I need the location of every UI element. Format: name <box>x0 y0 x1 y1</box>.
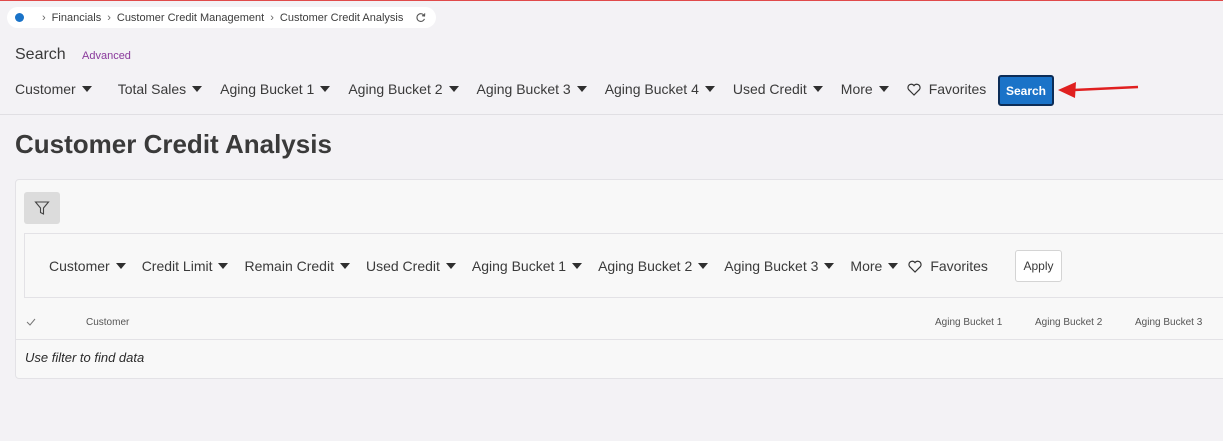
card-filter-panel: Customer Credit Limit Remain Credit Used… <box>24 233 1223 298</box>
card-filter-bar: Customer Credit Limit Remain Credit Used… <box>49 258 988 274</box>
caret-down-icon <box>448 86 459 92</box>
caret-down-icon <box>888 263 899 269</box>
caret-down-icon <box>320 86 331 92</box>
results-card: Customer Credit Limit Remain Credit Used… <box>15 179 1223 379</box>
filter-label: Remain Credit <box>244 258 334 274</box>
filter-label: Total Sales <box>117 81 187 97</box>
search-button[interactable]: Search <box>998 75 1054 106</box>
filter-label: Aging Bucket 2 <box>598 258 693 274</box>
filter-customer[interactable]: Customer <box>15 81 92 97</box>
filter-label: Aging Bucket 2 <box>348 81 443 97</box>
filter-label: More <box>850 258 883 274</box>
select-all-check-icon[interactable] <box>26 318 36 326</box>
card-favorites-button[interactable]: Favorites <box>908 258 988 274</box>
filter-label: Aging Bucket 1 <box>471 258 567 274</box>
favorites-label: Favorites <box>930 258 988 274</box>
filter-label: Aging Bucket 4 <box>604 81 699 97</box>
column-header-aging-bucket-1[interactable]: Aging Bucket 1 <box>935 317 1002 328</box>
filter-label: Customer <box>15 81 76 97</box>
filter-toggle-button[interactable] <box>24 192 60 224</box>
advanced-search-link[interactable]: Advanced <box>82 50 131 62</box>
card-filter-more[interactable]: More <box>850 258 899 274</box>
apply-button[interactable]: Apply <box>1015 250 1062 282</box>
card-filter-remain-credit[interactable]: Remain Credit <box>244 258 350 274</box>
caret-down-icon <box>878 86 889 92</box>
breadcrumb-item-credit-management[interactable]: Customer Credit Management <box>117 12 264 24</box>
filter-aging-bucket-2[interactable]: Aging Bucket 2 <box>348 81 459 97</box>
filter-label: Customer <box>49 258 110 274</box>
filter-more[interactable]: More <box>841 81 889 97</box>
filter-aging-bucket-1[interactable]: Aging Bucket 1 <box>220 81 331 97</box>
page-title: Customer Credit Analysis <box>15 129 332 159</box>
card-filter-used-credit[interactable]: Used Credit <box>366 258 456 274</box>
refresh-icon[interactable] <box>415 12 426 23</box>
filter-total-sales[interactable]: Total Sales <box>117 81 203 97</box>
favorites-label: Favorites <box>928 81 987 97</box>
filter-label: Used Credit <box>365 258 440 274</box>
caret-down-icon <box>698 263 709 269</box>
column-header-customer[interactable]: Customer <box>86 317 129 328</box>
breadcrumb-item-credit-analysis: Customer Credit Analysis <box>279 11 404 24</box>
empty-state-message: Use filter to find data <box>25 350 145 365</box>
caret-down-icon <box>576 86 587 92</box>
chevron-right-icon: › <box>270 11 274 24</box>
favorites-button[interactable]: Favorites <box>907 81 987 97</box>
chevron-right-icon: › <box>42 11 46 24</box>
annotation-arrow-icon <box>1058 82 1139 98</box>
filter-aging-bucket-4[interactable]: Aging Bucket 4 <box>605 81 715 97</box>
search-panel: Search Advanced Customer Total Sales Agi… <box>0 37 1223 115</box>
filter-funnel-icon <box>34 201 50 215</box>
column-header-aging-bucket-2[interactable]: Aging Bucket 2 <box>1035 317 1102 328</box>
filter-label: Used Credit <box>732 81 807 97</box>
caret-down-icon <box>218 263 229 269</box>
filter-label: Aging Bucket 3 <box>724 258 819 274</box>
heart-icon <box>908 260 922 273</box>
card-filter-credit-limit[interactable]: Credit Limit <box>142 258 229 274</box>
caret-down-icon <box>192 86 203 92</box>
filter-label: Credit Limit <box>141 258 213 274</box>
card-filter-customer[interactable]: Customer <box>49 258 126 274</box>
filter-aging-bucket-3[interactable]: Aging Bucket 3 <box>477 81 587 97</box>
caret-down-icon <box>339 263 350 269</box>
filter-label: More <box>840 81 873 97</box>
caret-down-icon <box>115 263 126 269</box>
caret-down-icon <box>704 86 715 92</box>
caret-down-icon <box>445 263 456 269</box>
filter-label: Aging Bucket 3 <box>476 81 571 97</box>
filter-label: Aging Bucket 1 <box>220 81 315 97</box>
search-title: Search <box>15 46 66 63</box>
search-filter-bar: Customer Total Sales Aging Bucket 1 Agin… <box>15 81 986 97</box>
table-header: Customer Aging Bucket 1 Aging Bucket 2 A… <box>16 307 1223 340</box>
filter-used-credit[interactable]: Used Credit <box>733 81 823 97</box>
heart-icon <box>907 83 921 96</box>
card-filter-aging-bucket-2[interactable]: Aging Bucket 2 <box>598 258 709 274</box>
column-header-aging-bucket-3[interactable]: Aging Bucket 3 <box>1135 317 1202 328</box>
home-dot-icon[interactable] <box>15 13 24 22</box>
caret-down-icon <box>81 86 92 92</box>
caret-down-icon <box>812 86 823 92</box>
caret-down-icon <box>572 263 583 269</box>
breadcrumb-item-financials[interactable]: Financials <box>52 12 102 24</box>
breadcrumb: › Financials › Customer Credit Managemen… <box>7 7 437 28</box>
caret-down-icon <box>824 263 835 269</box>
card-filter-aging-bucket-1[interactable]: Aging Bucket 1 <box>471 258 583 274</box>
card-filter-aging-bucket-3[interactable]: Aging Bucket 3 <box>724 258 835 274</box>
chevron-right-icon: › <box>107 11 111 24</box>
